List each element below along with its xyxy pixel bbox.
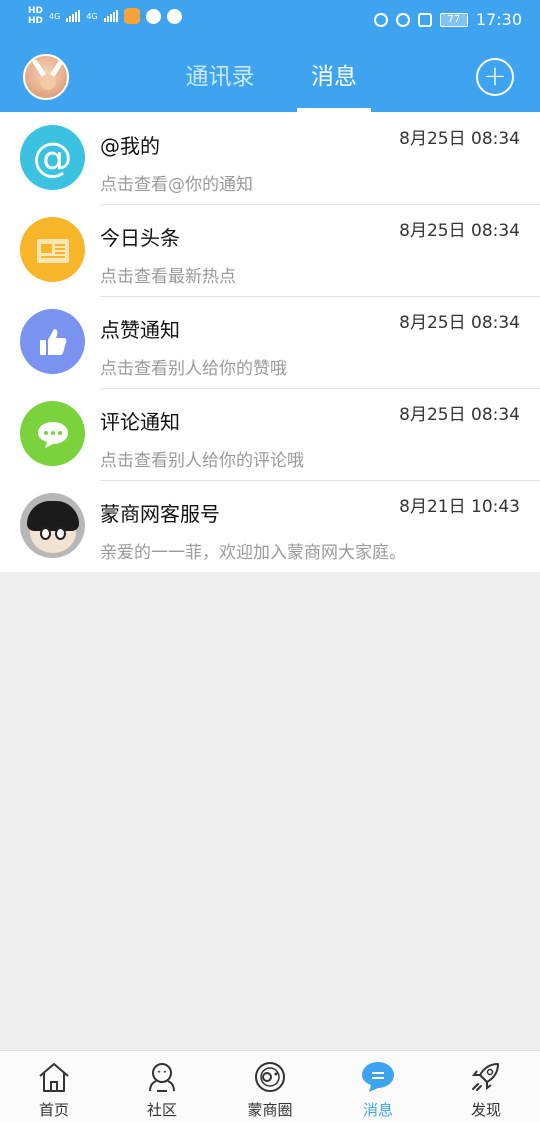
add-button[interactable]: + [476,58,514,96]
headset-icon [373,12,388,27]
item-title: @我的 [100,134,160,158]
item-subtitle: 亲爱的一一菲，欢迎加入蒙商网大家庭。 [100,543,406,563]
sim-indicators: HD HD [28,6,43,26]
clock: 17:30 [475,10,522,29]
item-time: 8月25日 08:34 [399,405,520,425]
item-subtitle: 点击查看最新热点 [100,267,236,287]
item-time: 8月21日 10:43 [399,497,520,517]
tab-discover[interactable]: 发现 [432,1051,540,1122]
tab-label: 社区 [146,1101,177,1119]
item-title: 今日头条 [100,226,180,250]
status-left: HD HD 4G 4G [28,6,182,26]
tab-circle[interactable]: 蒙商圈 [216,1051,324,1122]
planet-icon [250,1059,290,1095]
status-bar: HD HD 4G 4G 77 17:30 [0,0,540,40]
item-title: 蒙商网客服号 [100,502,220,526]
tab-contacts[interactable]: 通讯录 [170,60,270,104]
tab-home[interactable]: 首页 [0,1051,108,1122]
vibrate-icon [417,12,432,27]
signal-icon-2 [103,10,118,22]
message-icon [358,1059,398,1095]
tab-messages-bottom[interactable]: 消息 [324,1051,432,1122]
item-time: 8月25日 08:34 [399,129,520,149]
sim1-hd-badge: HD [28,6,44,16]
network-type-2: 4G [86,11,98,21]
top-header: 通讯录 消息 + [0,40,540,112]
avatar-illustration [32,59,64,98]
bottom-tab-bar: 首页 社区 蒙商圈 消息 发现 [0,1050,540,1122]
item-subtitle: 点击查看@你的通知 [100,175,253,195]
list-item-mentions[interactable]: @ @我的 点击查看@你的通知 8月25日 08:34 [0,112,540,204]
chat-notification-icon [145,8,161,24]
comment-bubble-icon [20,401,85,466]
item-title: 点赞通知 [100,318,180,342]
at-icon: @ [20,125,85,190]
tab-label: 发现 [470,1101,501,1119]
message-list: @ @我的 点击查看@你的通知 8月25日 08:34 今日头条 点击查看最新热… [0,112,540,572]
tab-messages[interactable]: 消息 [297,60,371,104]
list-item-likes[interactable]: 点赞通知 点击查看别人给你的赞哦 8月25日 08:34 [0,296,540,388]
network-type-1: 4G [49,11,61,21]
item-subtitle: 点击查看别人给你的赞哦 [100,359,287,379]
service-avatar [20,493,85,558]
item-time: 8月25日 08:34 [399,221,520,241]
tab-community[interactable]: 社区 [108,1051,216,1122]
item-subtitle: 点击查看别人给你的评论哦 [100,451,304,471]
list-item-comments[interactable]: 评论通知 点击查看别人给你的评论哦 8月25日 08:34 [0,388,540,480]
home-icon [34,1059,74,1095]
list-item-customer-service[interactable]: 蒙商网客服号 亲爱的一一菲，欢迎加入蒙商网大家庭。 8月21日 10:43 [0,480,540,572]
community-icon [142,1059,182,1095]
alarm-icon [395,12,410,27]
browser-notification-icon [166,8,182,24]
sim2-hd-badge: HD [28,16,44,26]
tab-label: 蒙商圈 [247,1101,293,1119]
signal-icon-1 [66,10,81,22]
user-avatar[interactable] [23,54,69,100]
item-time: 8月25日 08:34 [399,313,520,333]
status-right: 77 17:30 [373,10,522,29]
tab-label: 消息 [362,1101,393,1119]
battery-icon: 77 [439,12,468,27]
item-title: 评论通知 [100,410,180,434]
app-notification-icon [123,8,140,24]
list-item-headlines[interactable]: 今日头条 点击查看最新热点 8月25日 08:34 [0,204,540,296]
thumbs-up-icon [20,309,85,374]
newspaper-icon [20,217,85,282]
tab-label: 首页 [38,1101,69,1119]
rocket-icon [466,1059,506,1095]
